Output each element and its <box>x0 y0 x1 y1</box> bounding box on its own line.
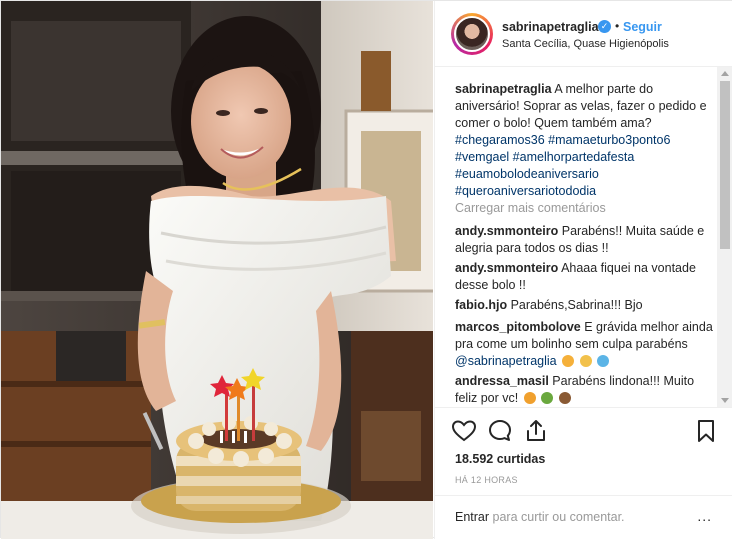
comment-username[interactable]: marcos_pitombolove <box>455 320 581 334</box>
hashtag-line[interactable]: #euamobolodeaniversario <box>455 166 717 183</box>
scroll-down-arrow-icon[interactable] <box>721 398 729 403</box>
login-link[interactable]: Entrar <box>455 510 489 524</box>
comment-login-bar: Entrar para curtir ou comentar. ... <box>435 495 732 539</box>
comment-text: Parabéns,Sabrina!!! Bjo <box>510 298 643 312</box>
hashtag-line[interactable]: #queroaniversariotododia <box>455 183 717 200</box>
caption-hashtags: #chegaramos36 #mamaeturbo3ponto6 #vemgae… <box>455 132 717 200</box>
hashtag-line[interactable]: #chegaramos36 #mamaeturbo3ponto6 <box>455 132 717 149</box>
comment-item: andressa_masil Parabéns lindona!!! Muito… <box>455 373 717 407</box>
post-photo[interactable] <box>1 1 433 539</box>
scroll-up-arrow-icon[interactable] <box>721 71 729 76</box>
post-side-panel: sabrinapetraglia ✓ • Seguir Santa Cecíli… <box>434 1 732 539</box>
caption: sabrinapetraglia A melhor parte do anive… <box>455 81 717 132</box>
emoji-clap-icon <box>579 355 592 367</box>
header-separator: • <box>615 19 620 33</box>
post-timestamp[interactable]: HÁ 12 HORAS <box>455 475 518 485</box>
login-prompt-text: para curtir ou comentar. <box>489 510 625 524</box>
share-upload-icon[interactable] <box>523 418 551 446</box>
hashtag-line[interactable]: #vemgael #amelhorpartedafesta <box>455 149 717 166</box>
scrollbar-thumb[interactable] <box>720 81 730 249</box>
verified-badge-icon: ✓ <box>598 20 611 33</box>
emoji-tree-icon <box>541 392 554 404</box>
like-heart-icon[interactable] <box>451 418 479 446</box>
avatar[interactable] <box>451 13 493 55</box>
comment-username[interactable]: andressa_masil <box>455 374 549 388</box>
avatar-image <box>454 16 490 52</box>
comment-item: marcos_pitombolove E grávida melhor aind… <box>455 319 717 370</box>
location-link[interactable]: Santa Cecília, Quase Higienópolis <box>502 38 669 50</box>
caption-username[interactable]: sabrinapetraglia <box>455 82 552 96</box>
comment-item: andy.smmonteiro Parabéns!! Muita saúde e… <box>455 223 717 257</box>
header-username[interactable]: sabrinapetraglia <box>502 20 599 34</box>
load-more-comments-button[interactable]: Carregar mais comentários <box>455 201 606 215</box>
post-header: sabrinapetraglia ✓ • Seguir Santa Cecíli… <box>435 1 732 67</box>
comment-mention[interactable]: @sabrinapetraglia <box>455 354 557 368</box>
comment-username[interactable]: fabio.hjo <box>455 298 507 312</box>
likes-count[interactable]: 18.592 curtidas <box>455 452 545 466</box>
login-prompt: Entrar para curtir ou comentar. <box>455 510 625 524</box>
emoji-cake-icon <box>558 392 571 404</box>
photo-illustration <box>1 1 433 539</box>
comments-scrollbar[interactable] <box>717 67 732 407</box>
emoji-face-icon <box>562 355 575 367</box>
comment-username[interactable]: andy.smmonteiro <box>455 224 558 238</box>
emoji-heart-eyes-icon <box>523 392 536 404</box>
comment-bubble-icon[interactable] <box>487 418 515 446</box>
comment-item: fabio.hjo Parabéns,Sabrina!!! Bjo <box>455 297 717 314</box>
more-options-icon[interactable]: ... <box>697 509 712 523</box>
comment-username[interactable]: andy.smmonteiro <box>455 261 558 275</box>
post-actions: 18.592 curtidas HÁ 12 HORAS <box>435 407 732 507</box>
follow-button[interactable]: Seguir <box>623 20 662 34</box>
instagram-post: sabrinapetraglia ✓ • Seguir Santa Cecíli… <box>0 0 732 539</box>
comment-item: andy.smmonteiro Ahaaa fiquei na vontade … <box>455 260 717 294</box>
bookmark-icon[interactable] <box>693 418 721 446</box>
comments-list[interactable]: sabrinapetraglia A melhor parte do anive… <box>435 67 732 407</box>
emoji-blue-heart-icon <box>597 355 610 367</box>
